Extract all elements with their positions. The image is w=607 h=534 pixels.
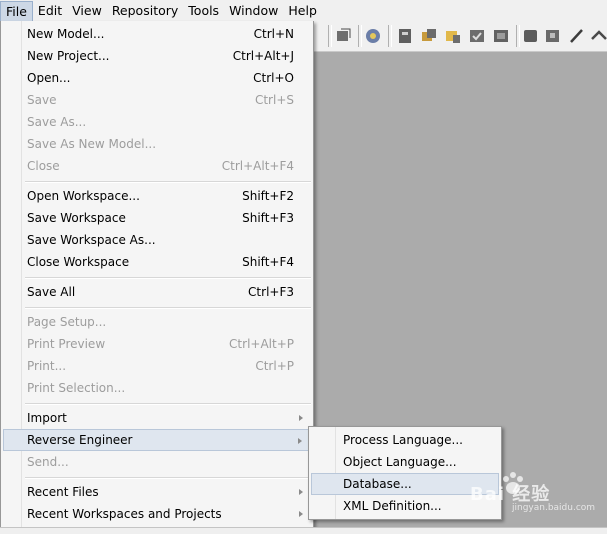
menu-item-label: Save All	[27, 285, 76, 299]
submenu-arrow-icon	[299, 489, 303, 495]
menu-item-send: Send...	[3, 451, 311, 473]
menu-item-label: Close	[27, 159, 60, 173]
menu-item-import[interactable]: Import	[3, 407, 311, 429]
menu-item-close-workspace[interactable]: Close Workspace Shift+F4	[3, 251, 311, 273]
menu-repository[interactable]: Repository	[107, 0, 183, 21]
menu-item-label: Import	[27, 411, 67, 425]
menu-separator	[25, 403, 311, 405]
menu-separator	[25, 181, 311, 183]
merge-icon[interactable]	[444, 27, 462, 45]
menu-item-label: Send...	[27, 455, 69, 469]
arrow-icon[interactable]	[590, 27, 607, 45]
menu-item-print-preview: Print Preview Ctrl+Alt+P	[3, 333, 311, 355]
menu-item-label: Open Workspace...	[27, 189, 140, 203]
toolbar-separator	[358, 25, 362, 47]
menu-item-print: Print... Ctrl+P	[3, 355, 311, 377]
menu-item-new-project[interactable]: New Project... Ctrl+Alt+J	[3, 45, 311, 67]
menu-item-label: Reverse Engineer	[27, 433, 133, 447]
menu-item-label: Page Setup...	[27, 315, 107, 329]
menu-help[interactable]: Help	[283, 0, 322, 21]
submenu-item-label: Object Language...	[343, 455, 457, 469]
menu-item-label: Save Workspace	[27, 211, 126, 225]
menu-item-new-model[interactable]: New Model... Ctrl+N	[3, 23, 311, 45]
menu-item-shortcut: Ctrl+S	[254, 93, 294, 107]
menu-item-label: Save As New Model...	[27, 137, 157, 151]
menu-window[interactable]: Window	[224, 0, 283, 21]
menu-item-label: Save As...	[27, 115, 87, 129]
menu-edit[interactable]: Edit	[33, 0, 67, 21]
redo-icon[interactable]	[544, 27, 562, 45]
menu-tools[interactable]: Tools	[183, 0, 224, 21]
menu-separator	[25, 277, 311, 279]
menu-item-shortcut: Ctrl+O	[253, 71, 294, 85]
pencil-icon[interactable]	[568, 27, 586, 45]
menu-item-save-as-new-model: Save As New Model...	[3, 133, 311, 155]
menu-bar: File Edit View Repository Tools Window H…	[0, 0, 607, 22]
menu-view[interactable]: View	[67, 0, 107, 21]
menu-item-shortcut: Shift+F4	[242, 255, 294, 269]
menu-item-shortcut: Shift+F2	[242, 189, 294, 203]
menu-item-shortcut: Ctrl+N	[253, 27, 294, 41]
menu-item-open[interactable]: Open... Ctrl+O	[3, 67, 311, 89]
menu-item-label: Recent Files	[27, 485, 99, 499]
menu-item-label: Recent Workspaces and Projects	[27, 507, 222, 521]
menu-item-recent-workspaces[interactable]: Recent Workspaces and Projects	[3, 503, 311, 525]
menu-item-label: Open...	[27, 71, 71, 85]
check-model-icon[interactable]	[468, 27, 486, 45]
menu-item-label: Print Selection...	[27, 381, 126, 395]
menu-item-label: Print...	[27, 359, 67, 373]
menu-item-reverse-engineer[interactable]: Reverse Engineer	[3, 429, 311, 451]
menu-item-label: New Model...	[27, 27, 105, 41]
submenu-item-label: Database...	[343, 477, 412, 491]
menu-item-save-as: Save As...	[3, 111, 311, 133]
menu-file[interactable]: File	[0, 0, 33, 21]
submenu-arrow-icon	[299, 511, 303, 517]
menu-item-shortcut: Ctrl+Alt+P	[229, 337, 294, 351]
browser-icon[interactable]	[364, 27, 382, 45]
menu-item-label: Save	[27, 93, 57, 107]
menu-item-print-selection: Print Selection...	[3, 377, 311, 399]
submenu-arrow-icon	[299, 415, 303, 421]
toolbar-separator	[388, 25, 392, 47]
menu-item-label: Save Workspace As...	[27, 233, 156, 247]
menu-item-shortcut: Ctrl+F3	[248, 285, 294, 299]
submenu-item-process-language[interactable]: Process Language...	[311, 429, 499, 451]
menu-item-label: New Project...	[27, 49, 110, 63]
menu-item-open-workspace[interactable]: Open Workspace... Shift+F2	[3, 185, 311, 207]
menu-item-save-workspace[interactable]: Save Workspace Shift+F3	[3, 207, 311, 229]
menu-item-recent-files[interactable]: Recent Files	[3, 481, 311, 503]
menu-separator	[25, 477, 311, 479]
compare-icon[interactable]	[420, 27, 438, 45]
menu-separator	[25, 307, 311, 309]
menu-item-page-setup: Page Setup...	[3, 311, 311, 333]
menu-item-shortcut: Ctrl+P	[255, 359, 294, 373]
undo-icon[interactable]	[522, 27, 540, 45]
watermark-url: jingyan.baidu.com	[512, 503, 596, 513]
toolbar-separator	[328, 25, 332, 47]
baidu-watermark: Bai 经验 jingyan.baidu.com	[470, 470, 600, 513]
toolbar	[314, 21, 607, 52]
menu-item-shortcut: Shift+F3	[242, 211, 294, 225]
menu-item-label: Print Preview	[27, 337, 106, 351]
submenu-item-label: Process Language...	[343, 433, 463, 447]
generate-icon[interactable]	[492, 27, 510, 45]
menu-item-label: Close Workspace	[27, 255, 130, 269]
toolbar-separator	[516, 25, 520, 47]
submenu-item-label: XML Definition...	[343, 499, 442, 513]
menu-item-close: Close Ctrl+Alt+F4	[3, 155, 311, 177]
menu-item-shortcut: Ctrl+Alt+F4	[221, 159, 294, 173]
model-icon[interactable]	[334, 27, 352, 45]
properties-icon[interactable]	[396, 27, 414, 45]
menu-item-save: Save Ctrl+S	[3, 89, 311, 111]
submenu-arrow-icon	[298, 438, 302, 444]
menu-item-shortcut: Ctrl+Alt+J	[232, 49, 294, 63]
file-menu: New Model... Ctrl+N New Project... Ctrl+…	[0, 21, 314, 528]
menu-item-save-workspace-as[interactable]: Save Workspace As...	[3, 229, 311, 251]
menu-item-save-all[interactable]: Save All Ctrl+F3	[3, 281, 311, 303]
